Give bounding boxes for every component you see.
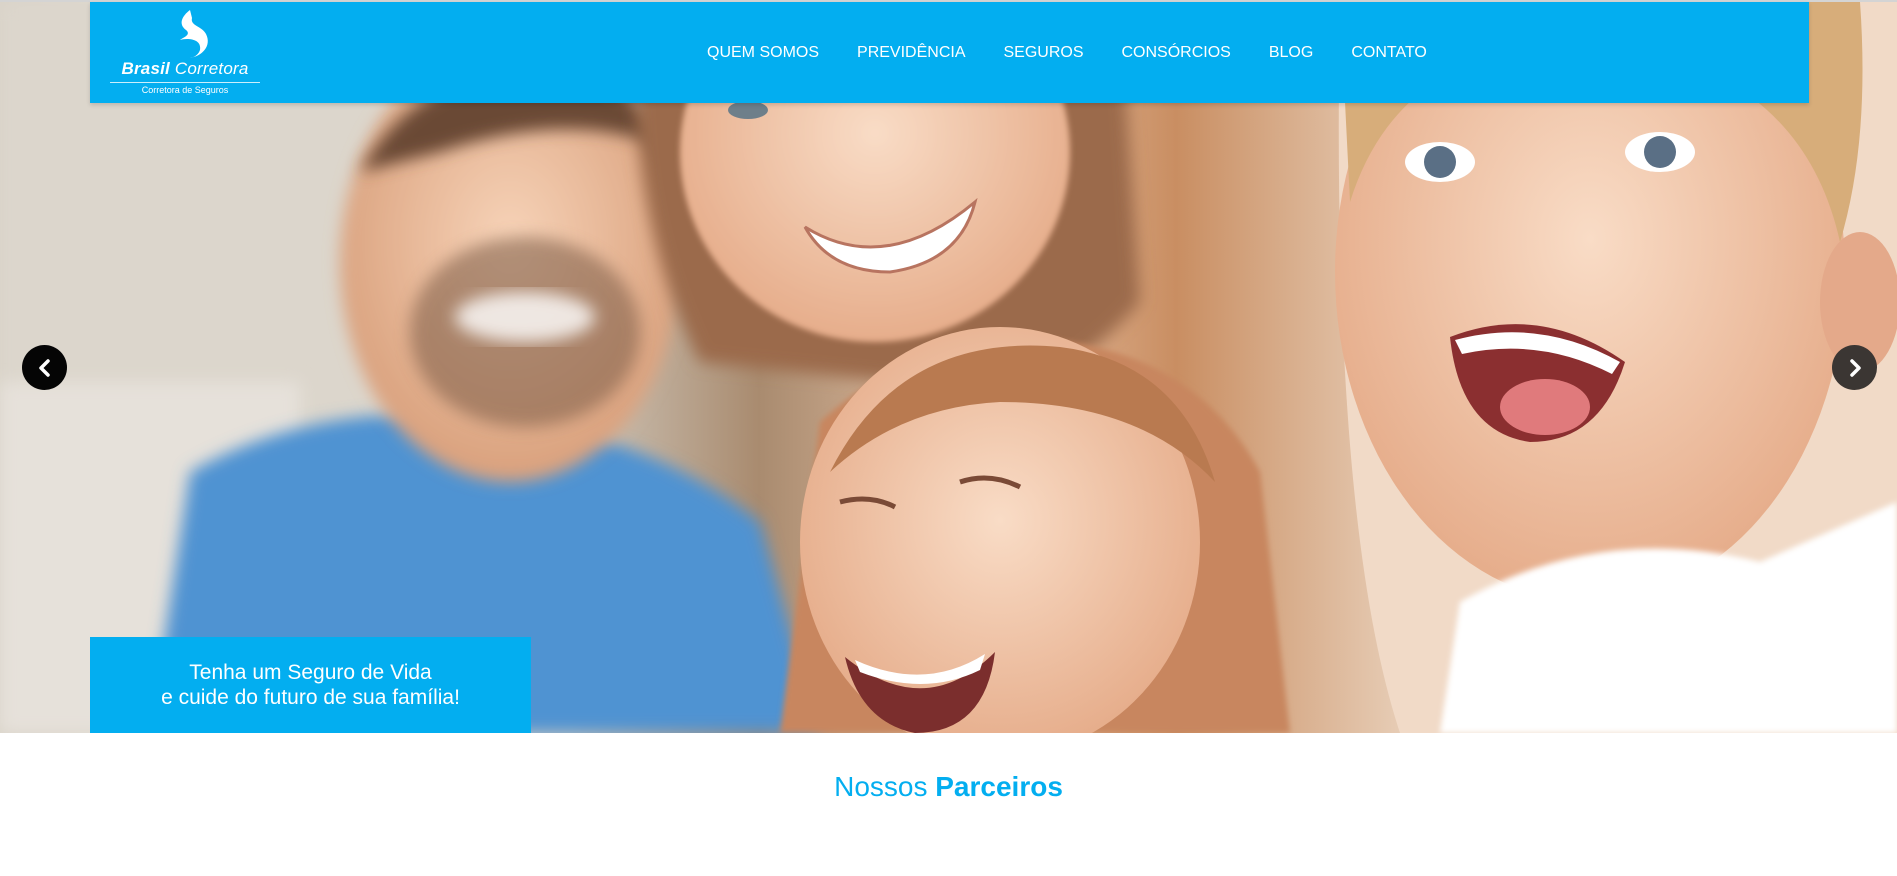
caption-line-1: Tenha um Seguro de Vida: [189, 661, 432, 684]
nav-link-quem-somos[interactable]: QUEM SOMOS: [707, 44, 819, 62]
nav-link-previdencia[interactable]: PREVIDÊNCIA: [857, 44, 965, 62]
nav-menu: QUEM SOMOS PREVIDÊNCIA SEGUROS CONSÓRCIO…: [707, 2, 1465, 103]
chevron-right-icon: [1849, 358, 1861, 377]
hero-family-photo: [0, 2, 1897, 733]
partners-title-bold: Parceiros: [935, 771, 1063, 802]
partners-title-light: Nossos: [834, 771, 928, 802]
logo-name-regular: Corretora: [174, 59, 249, 78]
brand-logo[interactable]: Brasil Corretora Corretora de Seguros: [110, 10, 260, 98]
flame-logo-icon: [180, 10, 208, 58]
nav-link-consorcios[interactable]: CONSÓRCIOS: [1122, 44, 1231, 62]
carousel-caption: Tenha um Seguro de Vida e cuide do futur…: [90, 637, 531, 733]
carousel-prev-button[interactable]: [22, 345, 67, 390]
hero-carousel[interactable]: [0, 2, 1897, 733]
carousel-next-button[interactable]: [1832, 345, 1877, 390]
nav-link-contato[interactable]: CONTATO: [1351, 44, 1427, 62]
logo-name-bold: Brasil: [121, 59, 170, 78]
logo-divider: [110, 82, 260, 83]
partners-title: Nossos Parceiros: [0, 771, 1897, 803]
nav-link-blog[interactable]: BLOG: [1269, 44, 1313, 62]
main-navbar: Brasil Corretora Corretora de Seguros QU…: [90, 2, 1809, 103]
caption-line-2: e cuide do futuro de sua família!: [161, 686, 460, 709]
chevron-left-icon: [38, 358, 50, 377]
logo-name: Brasil Corretora: [110, 59, 260, 79]
nav-link-seguros[interactable]: SEGUROS: [1003, 44, 1083, 62]
logo-tagline: Corretora de Seguros: [141, 85, 229, 95]
